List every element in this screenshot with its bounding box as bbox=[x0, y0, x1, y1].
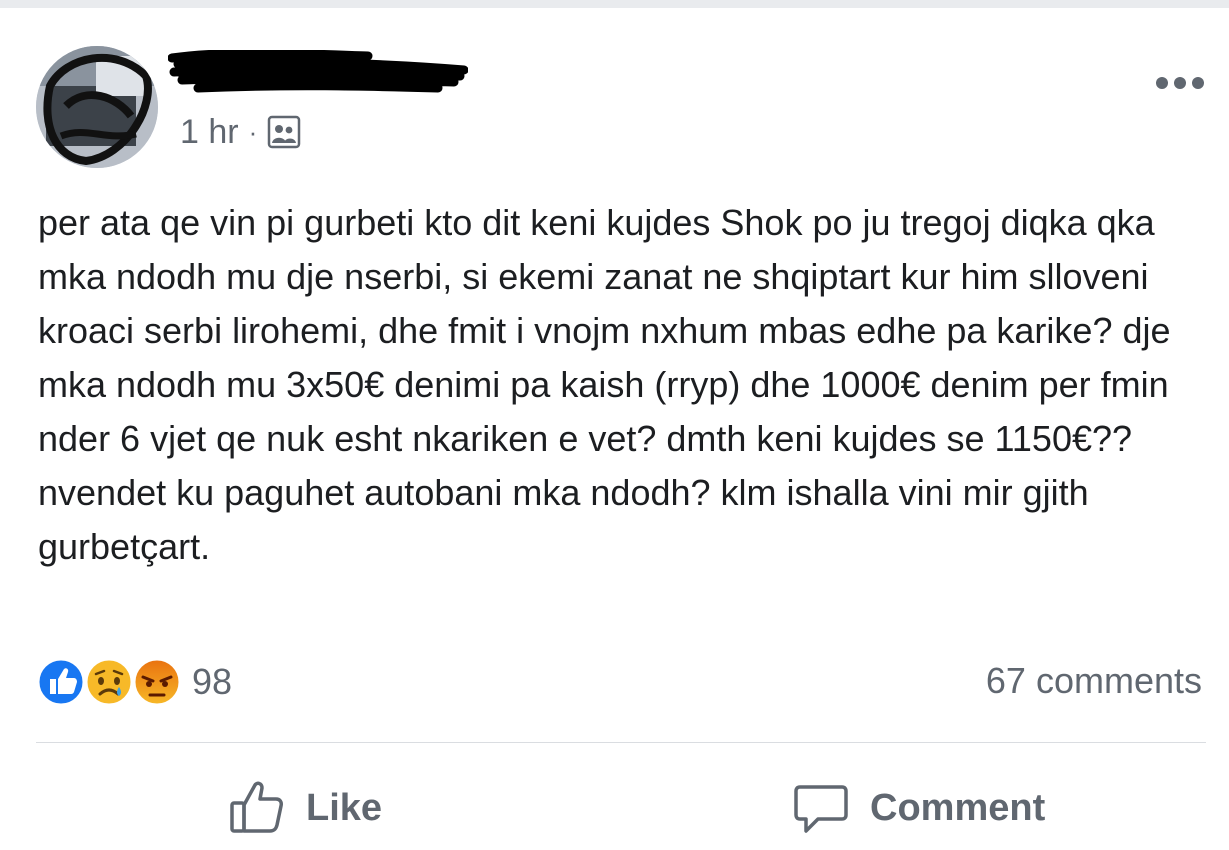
meta-separator: · bbox=[248, 116, 258, 147]
comments-count-link[interactable]: 67 comments bbox=[986, 660, 1202, 702]
post-text: per ata qe vin pi gurbeti kto dit keni k… bbox=[38, 202, 1171, 567]
divider bbox=[36, 742, 1206, 743]
more-dot-icon bbox=[1156, 77, 1168, 89]
comment-button[interactable]: Comment bbox=[792, 768, 1045, 848]
angry-reaction-icon bbox=[132, 657, 182, 707]
like-label: Like bbox=[306, 786, 383, 829]
friends-icon[interactable] bbox=[267, 115, 301, 149]
avatar[interactable] bbox=[36, 46, 158, 168]
feed-background-strip bbox=[0, 0, 1229, 8]
thumbs-up-icon bbox=[230, 781, 283, 833]
comment-label: Comment bbox=[870, 786, 1046, 829]
profile-photo-icon bbox=[36, 46, 158, 168]
post-card: B 1 hr · per ata qe vin pi gurbeti kto d… bbox=[0, 8, 1229, 850]
comment-icon bbox=[794, 785, 848, 833]
redaction-scribble bbox=[168, 50, 468, 93]
timestamp[interactable]: 1 hr bbox=[180, 113, 239, 152]
post-meta: 1 hr · bbox=[180, 112, 301, 152]
reactions-summary[interactable]: 98 bbox=[36, 656, 232, 708]
more-dot-icon bbox=[1174, 77, 1186, 89]
more-options-button[interactable] bbox=[1150, 68, 1210, 98]
author-name[interactable]: B bbox=[168, 50, 468, 96]
like-reaction-icon bbox=[36, 657, 86, 707]
reaction-count: 98 bbox=[192, 661, 233, 702]
more-dot-icon bbox=[1192, 77, 1204, 89]
reaction-icons bbox=[36, 657, 182, 707]
sad-reaction-icon bbox=[84, 657, 134, 707]
like-button[interactable]: Like bbox=[228, 768, 382, 848]
